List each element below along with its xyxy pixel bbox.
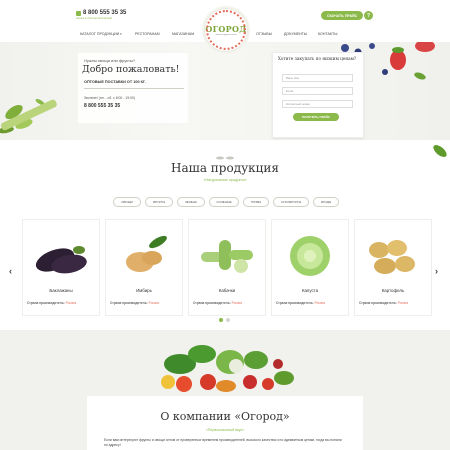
product-card[interactable]: Баклажаны Страна производитель: Россия (22, 219, 100, 316)
country-value: Россия (231, 301, 243, 305)
product-country: Страна производитель: Россия (359, 301, 408, 305)
tag-fruits[interactable]: ФРУКТЫ (145, 197, 173, 207)
tag-pickled[interactable]: СОЛЕНЫЕ (209, 197, 239, 207)
country-value: Россия (314, 301, 326, 305)
site-logo[interactable]: ОГОРОД овощи и фрукты оптом (204, 8, 248, 52)
hero-divider (84, 88, 184, 89)
get-price-button[interactable]: ПОЛУЧИТЬ ПРАЙС (293, 113, 339, 121)
product-card[interactable]: Имбирь Страна производитель: Россия (105, 219, 183, 316)
hero-call-hours: Звоните! (пн. - сб. с 8:00 - 19:00) (84, 96, 135, 100)
country-label: Страна производитель: (27, 301, 65, 305)
country-value: Россия (397, 301, 409, 305)
country-label: Страна производитель: (359, 301, 397, 305)
carousel-prev-arrow[interactable]: ‹ (9, 266, 12, 276)
phone-icon (76, 10, 81, 16)
price-request-form (272, 52, 364, 138)
leaf-icon (433, 145, 447, 157)
nav-contacts[interactable]: КОНТАКТЫ (318, 32, 337, 36)
country-label: Страна производитель: (276, 301, 314, 305)
hero-question: Нужны овощи или фрукты? (84, 58, 136, 63)
potato-image (369, 240, 415, 274)
cabbage-image (290, 236, 330, 276)
product-card[interactable]: Капуста Страна производитель: Россия (271, 219, 349, 316)
nav-reviews[interactable]: ОТЗЫВЫ (256, 32, 272, 36)
about-text: Если вам интересуют фрукты и овощи оптом… (104, 438, 342, 447)
tag-berries[interactable]: ЯГОДЫ (313, 197, 339, 207)
tag-dried-fruits[interactable]: СУХОФРУКТЫ (273, 197, 309, 207)
vegetables-image (161, 345, 294, 392)
country-value: Россия (65, 301, 77, 305)
download-price-button[interactable]: СКАЧАТЬ ПРАЙС (321, 11, 364, 20)
product-name: Капуста (301, 288, 319, 293)
leaf-ornament-icon (216, 156, 234, 160)
header-phone-note: звонок по России бесплатный (76, 17, 112, 20)
carousel-dot[interactable] (226, 318, 230, 322)
header-phone[interactable]: 8 800 555 35 35 (83, 10, 126, 16)
nav-shops[interactable]: МАГАЗИНАМ (172, 32, 194, 36)
product-country: Страна производитель: Россия (110, 301, 159, 305)
country-label: Страна производитель: (193, 301, 231, 305)
country-value: Россия (148, 301, 160, 305)
products-subtitle: «Натуральные продукты» (203, 178, 247, 182)
email-field[interactable]: Email (282, 87, 353, 95)
chevron-down-icon: ▾ (120, 32, 122, 36)
country-label: Страна производитель: (110, 301, 148, 305)
zucchini-image (201, 240, 253, 273)
hero-decoration (0, 40, 435, 134)
header-phone-block[interactable]: 8 800 555 35 35 звонок по России бесплат… (76, 10, 126, 20)
product-country: Страна производитель: Россия (193, 301, 242, 305)
product-name: Имбирь (136, 288, 152, 293)
about-title: О компании «Огород» (160, 410, 290, 423)
nav-documents[interactable]: ДОКУМЕНТЫ (284, 32, 307, 36)
carousel-next-arrow[interactable]: › (435, 266, 438, 276)
name-field[interactable]: Ваше имя (282, 74, 353, 82)
product-name: Картофель (381, 288, 405, 293)
tag-greens[interactable]: ЗЕЛЕНЬ (177, 197, 205, 207)
logo-decoration (206, 10, 246, 50)
product-card[interactable]: Картофель Страна производитель: Россия (354, 219, 432, 316)
products-title: Наша продукция (171, 161, 279, 175)
hero-phone[interactable]: 8 800 555 35 35 (84, 103, 120, 109)
eggplant-image (35, 246, 87, 274)
product-country: Страна производитель: Россия (276, 301, 325, 305)
about-subtitle: «Первоклассный вкус» (205, 428, 245, 432)
hero-title: Добро пожаловать! (82, 64, 180, 75)
product-name: Кабачки (218, 288, 236, 293)
nav-catalog[interactable]: КАТАЛОГ ПРОДУКЦИИ▾ (80, 32, 122, 36)
tag-mushrooms[interactable]: ГРИБЫ (243, 197, 269, 207)
carousel-dot-active[interactable] (219, 318, 223, 322)
tag-vegetables[interactable]: ОВОЩИ (113, 197, 141, 207)
product-name: Баклажаны (49, 288, 73, 293)
product-card[interactable]: Кабачки Страна производитель: Россия (188, 219, 266, 316)
ginger-image (126, 235, 167, 272)
nav-catalog-label: КАТАЛОГ ПРОДУКЦИИ (80, 32, 120, 36)
form-title: Хотите закупать по низким ценам? (277, 56, 357, 61)
nav-restaurants[interactable]: РЕСТОРАНАМ (135, 32, 160, 36)
help-button[interactable]: ? (364, 11, 373, 20)
product-country: Страна производитель: Россия (27, 301, 76, 305)
hero-bulk-note: ОПТОВЫЕ ПОСТАВКИ ОТ 100 КГ. (84, 80, 146, 84)
phone-field[interactable]: Контактный номер (282, 100, 353, 108)
hero-banner (0, 40, 450, 140)
